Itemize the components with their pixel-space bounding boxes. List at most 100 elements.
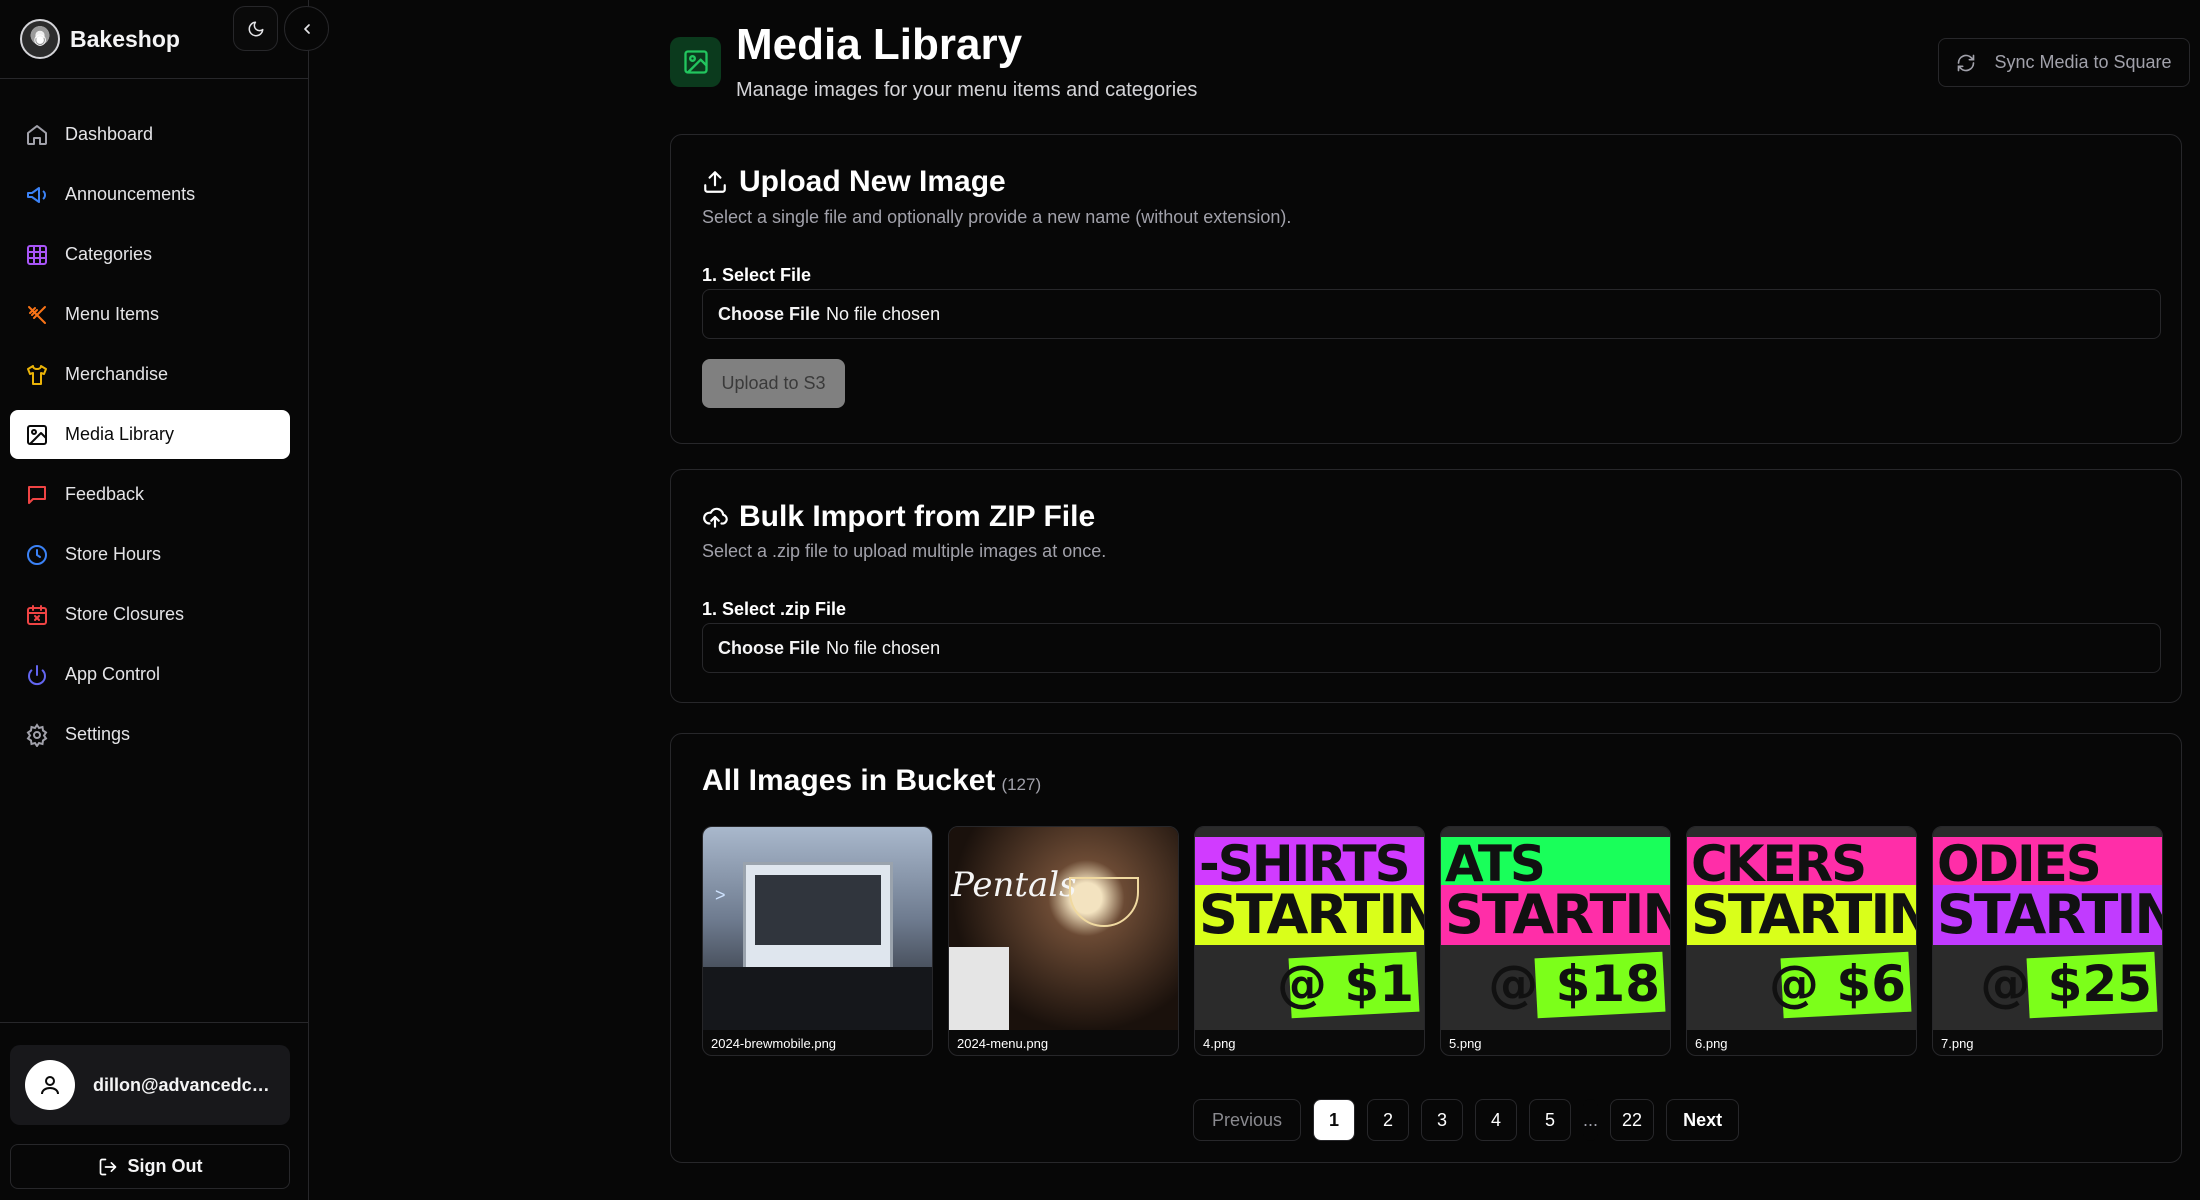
image-card[interactable]: ATS STARTING @ $18 5.png [1440, 826, 1671, 1056]
pagination-ellipsis: ... [1583, 1099, 1599, 1141]
gear-icon [24, 722, 50, 748]
image-art-text: Pentals [951, 865, 1077, 905]
sidebar-item-label: Announcements [65, 184, 196, 204]
grid-icon [24, 242, 50, 268]
no-zip-text: No file chosen [826, 637, 941, 658]
image-filename: 2024-brewmobile.png [711, 1035, 837, 1051]
user-icon [41, 1076, 59, 1095]
file-input[interactable]: Choose File No file chosen [702, 289, 2161, 339]
previous-page-button[interactable]: Previous [1193, 1099, 1302, 1141]
sidebar-item-store-closures[interactable]: Store Closures [10, 590, 290, 639]
image-icon [24, 422, 50, 448]
log-out-icon [98, 1157, 118, 1177]
sidebar: ◉ Bakeshop Dashboard Announcements Categ… [0, 0, 329, 1200]
utensils-icon [24, 302, 50, 328]
page-title: Media Library [736, 20, 1023, 69]
next-page-button[interactable]: Next [1666, 1099, 1740, 1141]
image-art-text: @ $25 [1980, 955, 2152, 1013]
sidebar-item-store-hours[interactable]: Store Hours [10, 530, 290, 579]
media-library-icon [670, 37, 721, 87]
sidebar-item-label: Feedback [65, 484, 145, 504]
image-art-text: STARTING [1691, 883, 1916, 946]
page-subtitle: Manage images for your menu items and ca… [736, 79, 1198, 101]
user-email: dillon@advancedcsll... [93, 1074, 278, 1095]
images-gallery-card: All Images in Bucket (127) > 2024-brewmob… [670, 733, 2182, 1163]
gallery-title: All Images in Bucket (127) [702, 764, 1041, 798]
moon-icon [248, 21, 263, 36]
page-button-2[interactable]: 2 [1367, 1099, 1410, 1141]
image-card[interactable]: ODIES STARTING @ $25 7.png [1932, 826, 2163, 1056]
image-card[interactable]: -SHIRTS STARTING @ $1 4.png [1194, 826, 1425, 1056]
sidebar-item-label: Merchandise [65, 364, 169, 384]
image-filename: 4.png [1203, 1035, 1236, 1051]
image-preview: CKERS STARTING @ $6 [1687, 827, 1916, 1030]
image-grid: > 2024-brewmobile.png Pentals 2024-menu.… [702, 826, 2163, 1056]
shirt-icon [24, 362, 50, 388]
image-card[interactable]: > 2024-brewmobile.png [702, 826, 933, 1056]
message-icon [24, 482, 50, 508]
image-filename: 2024-menu.png [957, 1035, 1049, 1051]
image-filename: 6.png [1695, 1035, 1728, 1051]
select-zip-label: 1. Select .zip File [702, 599, 847, 619]
choose-zip-button[interactable]: Choose File [718, 638, 820, 659]
sidebar-item-categories[interactable]: Categories [10, 230, 290, 279]
image-count: (127) [1001, 775, 1042, 794]
image-art-text: @ $6 [1769, 955, 1906, 1013]
brand-logo: ◉ [20, 19, 60, 59]
image-art-text: @ $1 [1277, 955, 1414, 1013]
page-button-3[interactable]: 3 [1421, 1099, 1464, 1141]
sync-media-button[interactable]: Sync Media to Square [1938, 38, 2190, 87]
image-filename: 5.png [1449, 1035, 1482, 1051]
sidebar-item-dashboard[interactable]: Dashboard [10, 110, 290, 159]
sidebar-item-label: Dashboard [65, 124, 154, 144]
megaphone-icon [24, 182, 50, 208]
sidebar-item-media-library[interactable]: Media Library [10, 410, 290, 459]
sidebar-item-label: App Control [65, 664, 161, 684]
image-art-text: @ $18 [1488, 955, 1660, 1013]
page-button-1[interactable]: 1 [1313, 1099, 1356, 1141]
user-menu[interactable]: dillon@advancedcsll... [10, 1045, 290, 1125]
upload-title-text: Upload New Image [739, 165, 1006, 198]
upload-card-title: Upload New Image [702, 165, 1006, 199]
image-preview: ODIES STARTING @ $25 [1933, 827, 2162, 1030]
calendar-x-icon [24, 602, 50, 628]
page-button-5[interactable]: 5 [1529, 1099, 1572, 1141]
sidebar-item-merchandise[interactable]: Merchandise [10, 350, 290, 399]
image-art-text: STARTING [1445, 883, 1670, 946]
image-preview: Pentals [949, 827, 1178, 1030]
sidebar-item-label: Store Closures [65, 604, 185, 624]
page-button-4[interactable]: 4 [1475, 1099, 1518, 1141]
bulk-card-title: Bulk Import from ZIP File [702, 500, 1095, 534]
sidebar-item-label: Categories [65, 244, 153, 264]
refresh-icon [1956, 53, 1976, 73]
sidebar-item-announcements[interactable]: Announcements [10, 170, 290, 219]
sidebar-item-label: Settings [65, 724, 131, 744]
sidebar-item-feedback[interactable]: Feedback [10, 470, 290, 519]
image-card[interactable]: Pentals 2024-menu.png [948, 826, 1179, 1056]
image-filename: 7.png [1941, 1035, 1974, 1051]
zip-file-input[interactable]: Choose File No file chosen [702, 623, 2161, 673]
main-content: Media Library Manage images for your men… [310, 0, 2200, 1200]
image-art-text: STARTING [1937, 883, 2162, 946]
gallery-title-text: All Images in Bucket [702, 764, 996, 797]
choose-file-button[interactable]: Choose File [718, 304, 820, 325]
image-card[interactable]: CKERS STARTING @ $6 6.png [1686, 826, 1917, 1056]
sidebar-item-label: Media Library [65, 424, 175, 444]
sign-out-button[interactable]: Sign Out [10, 1144, 290, 1189]
upload-description: Select a single file and optionally prov… [702, 207, 1292, 227]
select-file-label: 1. Select File [702, 265, 812, 285]
image-preview: -SHIRTS STARTING @ $1 [1195, 827, 1424, 1030]
sidebar-item-settings[interactable]: Settings [10, 710, 290, 759]
no-file-text: No file chosen [826, 303, 941, 324]
sidebar-item-label: Menu Items [65, 304, 160, 324]
theme-toggle-button[interactable] [233, 6, 278, 51]
avatar [25, 1060, 75, 1110]
image-art-text: STARTING [1199, 883, 1424, 946]
sidebar-item-menu-items[interactable]: Menu Items [10, 290, 290, 339]
upload-to-s3-button[interactable]: Upload to S3 [702, 359, 845, 408]
pagination: Previous 1 2 3 4 5 ... 22 Next [1193, 1099, 1740, 1141]
brand-name: Bakeshop [70, 25, 180, 52]
image-preview: > [703, 827, 932, 1030]
sidebar-item-app-control[interactable]: App Control [10, 650, 290, 699]
page-button-last[interactable]: 22 [1610, 1099, 1655, 1141]
